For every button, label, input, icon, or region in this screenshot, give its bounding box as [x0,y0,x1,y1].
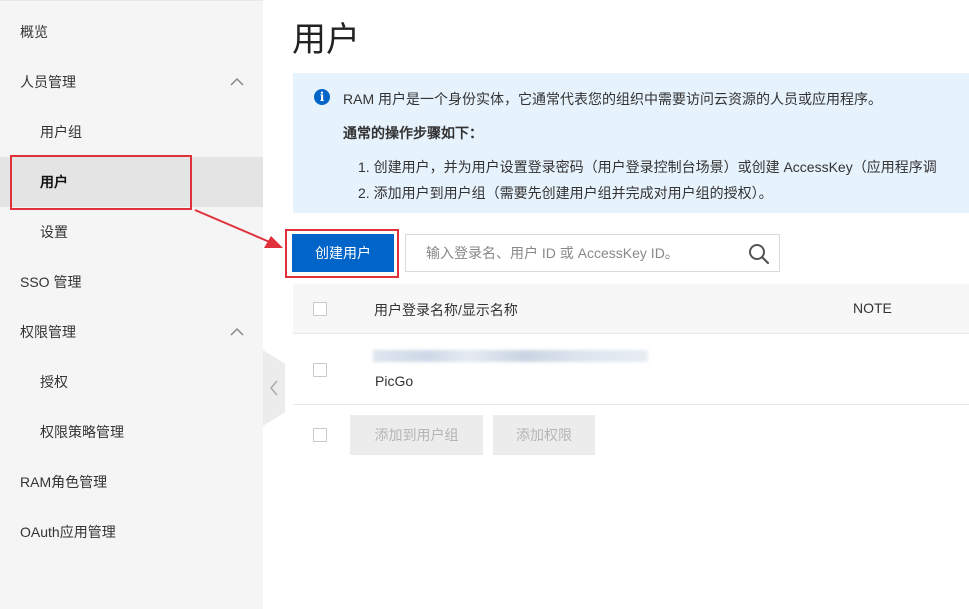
page-title: 用户 [292,21,360,59]
user-login-name-redacted[interactable] [373,350,648,362]
sidebar-item-ram-roles[interactable]: RAM角色管理 [0,457,263,507]
search-box [405,234,780,272]
batch-select-checkbox[interactable] [313,428,327,442]
sidebar-item-sso[interactable]: SSO 管理 [0,257,263,307]
add-to-group-button[interactable]: 添加到用户组 [350,415,483,455]
column-header-login-name: 用户登录名称/显示名称 [374,302,518,318]
sidebar-item-label: 权限管理 [20,324,76,340]
sidebar-item-identity-management[interactable]: 人员管理 [0,57,263,107]
ram-console: 概览 人员管理 用户组 用户 设置 SSO 管理 权限管理 授权 权限策略管理 … [0,0,969,609]
sidebar-item-user-groups[interactable]: 用户组 [0,107,263,157]
add-permission-button[interactable]: 添加权限 [493,415,595,455]
sidebar-item-label: 用户 [40,174,68,190]
sidebar-item-label: 授权 [40,374,68,390]
sidebar-item-users[interactable]: 用户 [0,157,263,207]
sidebar: 概览 人员管理 用户组 用户 设置 SSO 管理 权限管理 授权 权限策略管理 … [0,0,263,609]
sidebar-item-settings[interactable]: 设置 [0,207,263,257]
sidebar-item-label: 设置 [40,224,68,240]
create-user-button[interactable]: 创建用户 [292,234,394,272]
chevron-left-icon [270,380,278,396]
sidebar-item-grants[interactable]: 授权 [0,357,263,407]
info-description: RAM 用户是一个身份实体，它通常代表您的组织中需要访问云资源的人员或应用程序。 [343,91,882,107]
info-icon: i [314,89,330,105]
user-display-name: PicGo [375,373,414,389]
search-icon[interactable] [747,242,771,266]
info-step-2: 2. 添加用户到用户组（需要先创建用户组并完成对用户组的授权）。 [358,185,773,201]
select-all-checkbox[interactable] [313,302,327,316]
info-step-1: 1. 创建用户，并为用户设置登录密码（用户登录控制台场景）或创建 AccessK… [358,159,937,175]
sidebar-item-label: 人员管理 [20,74,76,90]
sidebar-item-oauth-apps[interactable]: OAuth应用管理 [0,507,263,557]
chevron-up-icon [230,327,244,336]
sidebar-item-label: SSO 管理 [20,274,82,290]
info-banner: i RAM 用户是一个身份实体，它通常代表您的组织中需要访问云资源的人员或应用程… [293,73,969,213]
sidebar-item-label: RAM角色管理 [20,474,108,490]
sidebar-item-label: OAuth应用管理 [20,524,116,540]
sidebar-item-overview[interactable]: 概览 [0,7,263,57]
sidebar-item-policies[interactable]: 权限策略管理 [0,407,263,457]
sidebar-item-label: 用户组 [40,124,82,140]
sidebar-collapse-handle[interactable] [263,350,285,426]
sidebar-item-label: 权限策略管理 [40,424,124,440]
table-header: 用户登录名称/显示名称 NOTE [293,284,969,334]
search-input[interactable] [406,235,736,271]
row-checkbox[interactable] [313,363,327,377]
table-row[interactable]: PicGo [293,334,969,405]
column-header-note: NOTE [853,300,892,316]
sidebar-item-label: 概览 [20,24,48,40]
info-steps-title: 通常的操作步骤如下： [343,125,483,141]
sidebar-item-permission-management[interactable]: 权限管理 [0,307,263,357]
chevron-up-icon [230,77,244,86]
